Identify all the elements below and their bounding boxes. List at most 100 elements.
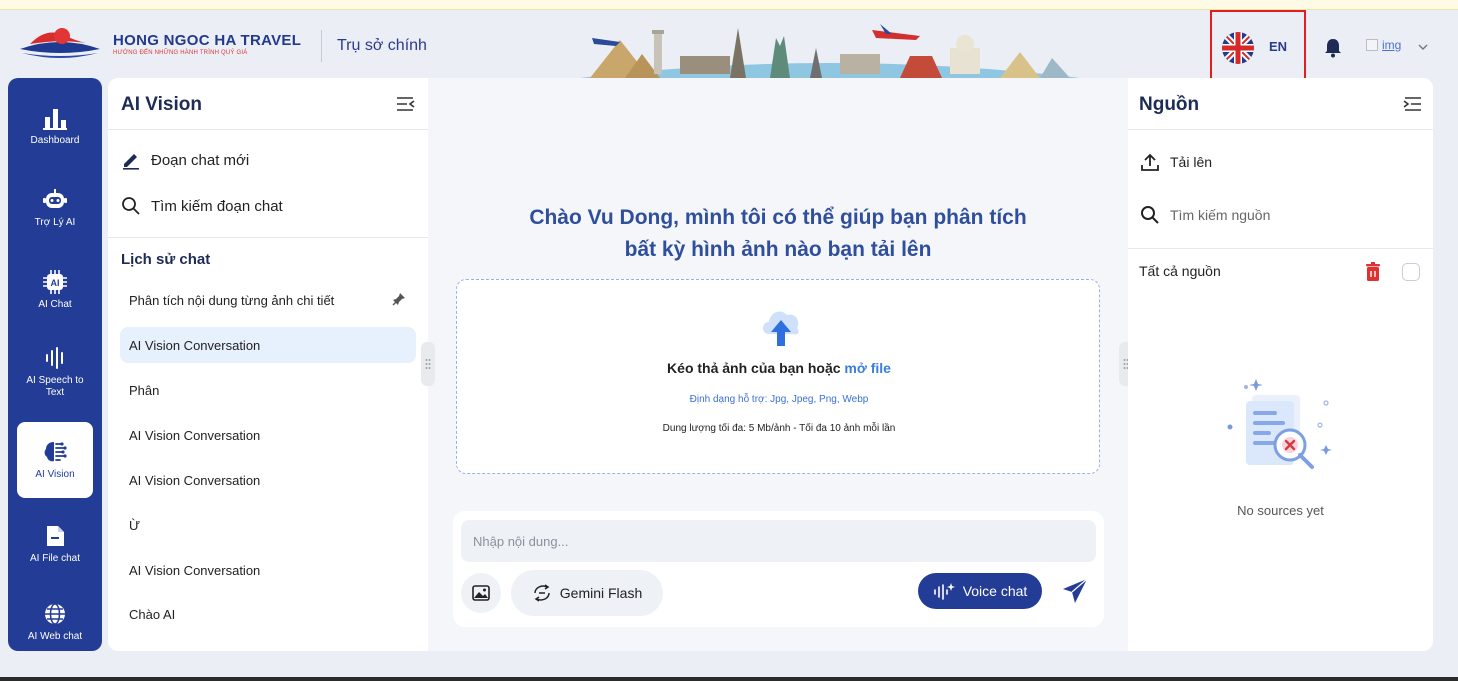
- nav-label: AI File chat: [29, 553, 81, 564]
- search-chat-button[interactable]: Tìm kiếm đoạn chat: [121, 196, 283, 216]
- chat-history-item[interactable]: AI Vision Conversation: [120, 417, 416, 453]
- notification-bell-icon[interactable]: [1324, 38, 1342, 58]
- app-header: HONG NGOC HA TRAVEL HƯỚNG ĐẾN NHỮNG HÀNH…: [0, 10, 1458, 82]
- chat-history-label: Ừ: [129, 517, 141, 533]
- nav-item-ai-web-chat[interactable]: AI Web chat: [17, 584, 93, 651]
- uk-flag-icon: [1222, 32, 1254, 64]
- nav-label: AI Speech to Text: [26, 375, 84, 398]
- nav-label: Dashboard: [30, 135, 80, 146]
- nav-label: AI Web chat: [27, 631, 83, 642]
- nav-item-ai-vision[interactable]: AI Vision: [17, 422, 93, 498]
- sources-title: Nguồn: [1139, 94, 1200, 115]
- chat-history-title: Lịch sử chat: [121, 251, 211, 268]
- divider: [1128, 248, 1433, 249]
- nav-item-dashboard[interactable]: Dashboard: [17, 88, 93, 164]
- dropzone-instruction: Kéo thả ảnh của bạn hoặc mở file: [457, 360, 1101, 376]
- pencil-icon: [123, 154, 139, 170]
- voice-sparkle-icon: [933, 583, 955, 600]
- language-label: EN: [1269, 39, 1288, 54]
- nav-item-ai-assistant[interactable]: Trợ Lý AI: [17, 170, 93, 246]
- model-label: Gemini Flash: [559, 585, 643, 601]
- user-avatar[interactable]: img: [1366, 35, 1401, 55]
- search-icon: [1141, 206, 1159, 224]
- pin-icon[interactable]: [392, 292, 406, 306]
- panel-resize-handle-left[interactable]: [421, 342, 435, 386]
- language-switcher[interactable]: EN: [1210, 10, 1306, 82]
- trash-icon[interactable]: [1365, 262, 1381, 282]
- welcome-line-1: Chào Vu Dong, mình tôi có thể giúp bạn p…: [529, 206, 1027, 229]
- voice-chat-label: Voice chat: [962, 583, 1028, 599]
- all-sources-label: Tất cả nguồn: [1139, 263, 1221, 279]
- attach-image-button[interactable]: [461, 573, 501, 613]
- nav-item-ai-speech-to-text[interactable]: AI Speech to Text: [17, 334, 93, 410]
- search-chat-label: Tìm kiếm đoạn chat: [151, 197, 283, 215]
- branch-selector[interactable]: Trụ sở chính: [337, 37, 427, 55]
- chat-history-label: AI Vision Conversation: [129, 562, 261, 578]
- nav-item-ai-file-chat[interactable]: AI File chat: [17, 506, 93, 582]
- brand-logo-icon[interactable]: [16, 27, 104, 65]
- vision-main-area: Chào Vu Dong, mình tôi có thể giúp bạn p…: [428, 78, 1128, 651]
- model-selector-button[interactable]: Gemini Flash: [511, 570, 663, 616]
- chat-history-label: AI Vision Conversation: [129, 472, 261, 488]
- message-composer: Gemini Flash Voice chat: [453, 511, 1104, 627]
- nav-label: Trợ Lý AI: [34, 217, 76, 228]
- chat-history-item[interactable]: Phân tích nội dung từng ảnh chi tiết: [120, 282, 416, 318]
- search-source-label: Tìm kiếm nguồn: [1170, 207, 1271, 223]
- chat-history-item[interactable]: Chào AI: [120, 596, 416, 632]
- app-navigation-rail: Dashboard Trợ Lý AI AI AI Chat AI Speech…: [8, 78, 102, 651]
- sources-panel: Nguồn Tải lên Tìm kiếm nguồn Tất cả nguồ…: [1128, 78, 1433, 651]
- nav-label: AI Chat: [38, 299, 72, 310]
- image-dropzone[interactable]: Kéo thả ảnh của bạn hoặc mở file Định dạ…: [456, 279, 1100, 474]
- image-icon: [472, 585, 490, 601]
- new-chat-button[interactable]: Đoạn chat mới: [121, 150, 249, 170]
- search-source-button[interactable]: Tìm kiếm nguồn: [1140, 205, 1270, 225]
- chat-history-item[interactable]: AI Vision Conversation: [120, 462, 416, 498]
- globe-icon: [45, 603, 65, 625]
- chat-history-item[interactable]: AI Vision Conversation: [120, 327, 416, 363]
- voice-chat-button[interactable]: Voice chat: [918, 573, 1042, 609]
- nav-label: AI Vision: [35, 469, 75, 480]
- brand-tagline: HƯỚNG ĐẾN NHỮNG HÀNH TRÌNH QUÝ GIÁ: [113, 50, 248, 56]
- no-sources-message: No sources yet: [1237, 503, 1324, 518]
- chat-history-item[interactable]: Ừ: [120, 507, 416, 543]
- new-chat-label: Đoạn chat mới: [151, 151, 250, 169]
- robot-icon: [43, 189, 67, 208]
- brand-name: HONG NGOC HA TRAVEL: [113, 32, 302, 49]
- dropzone-text: Kéo thả ảnh của bạn hoặc: [667, 360, 845, 376]
- expand-panel-icon[interactable]: [1402, 96, 1422, 112]
- welcome-line-2: bất kỳ hình ảnh nào bạn tải lên: [624, 238, 932, 261]
- file-chat-icon: [47, 526, 64, 546]
- chat-history-item[interactable]: Phân: [120, 372, 416, 408]
- divider: [108, 129, 428, 130]
- upload-icon: [1141, 153, 1159, 171]
- drag-handle-icon: [425, 359, 431, 369]
- upload-source-label: Tải lên: [1170, 154, 1213, 170]
- message-input[interactable]: [461, 520, 1096, 562]
- divider: [1128, 129, 1433, 130]
- waveform-icon: [46, 347, 63, 369]
- top-strip: [0, 0, 1458, 10]
- panel-title: AI Vision: [121, 94, 202, 115]
- brand-block: HONG NGOC HA TRAVEL HƯỚNG ĐẾN NHỮNG HÀNH…: [113, 32, 301, 56]
- no-sources-illustration-icon: [1227, 379, 1332, 469]
- upload-source-button[interactable]: Tải lên: [1140, 152, 1212, 172]
- bottom-strip: [0, 677, 1458, 681]
- upload-limits: Dung lượng tối đa: 5 Mb/ảnh - Tối đa 10 …: [662, 423, 896, 434]
- chat-history-item[interactable]: AI Vision Conversation: [120, 552, 416, 588]
- chat-history-label: Phân tích nội dung từng ảnh chi tiết: [129, 292, 335, 308]
- send-icon[interactable]: [1061, 577, 1089, 605]
- chevron-down-icon[interactable]: [1418, 44, 1428, 50]
- chat-history-label: Chào AI: [129, 606, 176, 622]
- bar-chart-icon: [43, 109, 67, 130]
- open-file-link[interactable]: mở file: [844, 360, 891, 376]
- travel-landmarks-banner: [580, 24, 1080, 78]
- upload-cloud-icon: [763, 311, 799, 346]
- supported-formats: Định dạng hỗ trợ: Jpg, Jpeg, Png, Webp: [689, 394, 869, 405]
- header-divider: [321, 30, 322, 62]
- select-all-sources-checkbox[interactable]: [1402, 263, 1420, 281]
- switch-model-icon: [534, 584, 550, 602]
- chat-history-label: Phân: [129, 382, 160, 398]
- nav-item-ai-chat[interactable]: AI AI Chat: [17, 252, 93, 328]
- chat-history-label: AI Vision Conversation: [129, 427, 261, 443]
- collapse-panel-icon[interactable]: [396, 96, 416, 112]
